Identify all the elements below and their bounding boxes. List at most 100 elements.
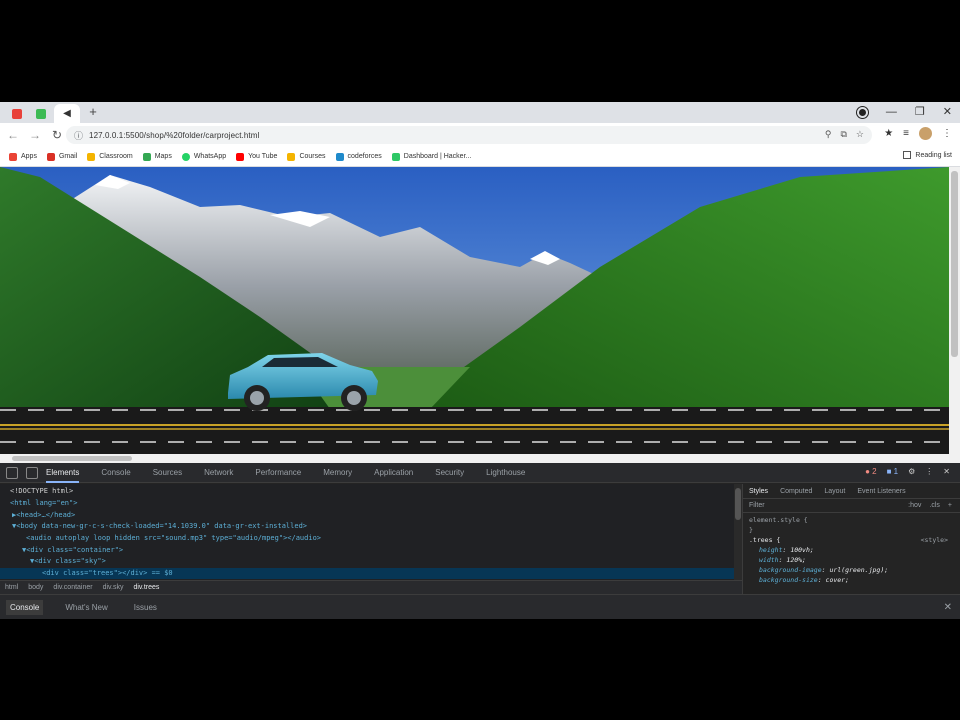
error-count-badge[interactable]: ● 2 bbox=[865, 467, 877, 476]
issue-count-badge[interactable]: ■ 1 bbox=[887, 467, 899, 476]
dom-node[interactable]: <html lang="en"> bbox=[0, 498, 734, 509]
browser-tab-2[interactable] bbox=[30, 104, 52, 123]
tab-application[interactable]: Application bbox=[374, 463, 413, 483]
tab-layout[interactable]: Layout bbox=[824, 488, 845, 495]
extension-puzzle-icon[interactable]: ★ bbox=[884, 128, 893, 139]
bookmark-star-icon[interactable]: ☆ bbox=[856, 129, 864, 140]
minimize-icon[interactable]: — bbox=[886, 105, 897, 119]
element-style-rule[interactable]: element.style { bbox=[749, 515, 954, 525]
bookmark-gmail[interactable]: Gmail bbox=[46, 152, 77, 161]
reading-list[interactable]: Reading list bbox=[903, 151, 952, 159]
css-property[interactable]: width: 120%; bbox=[749, 555, 954, 565]
browser-tab-active[interactable]: ◀ bbox=[54, 104, 80, 123]
dom-node[interactable]: ▶<head>…</head> bbox=[0, 510, 734, 521]
back-icon[interactable]: ← bbox=[4, 126, 22, 144]
url-text[interactable]: 127.0.0.1:5500/shop/%20folder/carproject… bbox=[89, 131, 259, 140]
bookmark-apps[interactable]: Apps bbox=[9, 152, 37, 161]
bookmark-courses[interactable]: Courses bbox=[287, 152, 326, 161]
back-arrow-icon: ◀ bbox=[63, 108, 71, 119]
new-rule-button[interactable]: + bbox=[948, 502, 952, 509]
car-scene bbox=[0, 167, 949, 463]
dom-node-selected[interactable]: <div class="trees"></div> == $0 bbox=[0, 568, 734, 579]
close-icon[interactable]: ✕ bbox=[943, 105, 952, 119]
bookmark-hackerrank[interactable]: Dashboard | Hacker... bbox=[391, 152, 471, 161]
bookmark-maps[interactable]: Maps bbox=[142, 152, 172, 161]
tab-memory[interactable]: Memory bbox=[323, 463, 352, 483]
breadcrumb-item[interactable]: body bbox=[28, 584, 43, 591]
devtools-panel: Elements Console Sources Network Perform… bbox=[0, 463, 960, 619]
css-property[interactable]: background-size: cover; bbox=[749, 575, 954, 585]
reload-icon[interactable]: ↻ bbox=[48, 126, 66, 144]
tab-event-listeners[interactable]: Event Listeners bbox=[857, 488, 905, 495]
bookmark-codeforces[interactable]: codeforces bbox=[335, 152, 382, 161]
browser-tab-1[interactable] bbox=[6, 104, 28, 123]
css-property[interactable]: background-image: url(green.jpg); bbox=[749, 565, 954, 575]
styles-filter[interactable]: Filter :hov .cls + bbox=[743, 499, 960, 513]
scroll-thumb[interactable] bbox=[735, 488, 741, 520]
breadcrumb-item[interactable]: div.sky bbox=[103, 584, 124, 591]
dom-node[interactable]: ▼<div class="sky"> bbox=[0, 556, 734, 567]
tab-performance[interactable]: Performance bbox=[255, 463, 301, 483]
devtools-close-icon[interactable]: ✕ bbox=[943, 467, 950, 476]
omnibox-actions: ⚲ ⧉ ☆ bbox=[825, 129, 864, 140]
inspect-element-icon[interactable] bbox=[6, 466, 18, 479]
tab-elements[interactable]: Elements bbox=[46, 463, 80, 483]
elements-scrollbar[interactable] bbox=[734, 484, 742, 580]
drawer-close-icon[interactable]: ✕ bbox=[944, 602, 952, 613]
site-info-icon[interactable]: ⓘ bbox=[74, 129, 83, 142]
reading-mode-icon[interactable]: ≡ bbox=[903, 128, 909, 139]
tab-security[interactable]: Security bbox=[435, 463, 464, 483]
dom-node[interactable]: ▼<div class="container"> bbox=[0, 545, 734, 556]
breadcrumb-item[interactable]: div.trees bbox=[133, 584, 159, 591]
car-hub-rear bbox=[250, 391, 264, 405]
rule-source[interactable]: <style> bbox=[921, 535, 948, 545]
css-property[interactable]: height: 100vh; bbox=[749, 545, 954, 555]
rule-selector[interactable]: .trees { bbox=[749, 536, 780, 544]
settings-gear-icon[interactable]: ⚙ bbox=[908, 467, 915, 476]
tab-styles[interactable]: Styles bbox=[749, 488, 768, 495]
browser-toolbar: ← → ↻ ⓘ 127.0.0.1:5500/shop/%20folder/ca… bbox=[0, 123, 960, 147]
device-toolbar-icon[interactable] bbox=[26, 466, 38, 479]
dom-node[interactable]: ▼<body data-new-gr-c-s-check-loaded="14.… bbox=[0, 521, 734, 532]
drawer-tab-issues[interactable]: Issues bbox=[130, 600, 161, 615]
avatar[interactable] bbox=[919, 127, 932, 140]
breadcrumb-item[interactable]: html bbox=[5, 584, 18, 591]
tab-network[interactable]: Network bbox=[204, 463, 233, 483]
tab-console[interactable]: Console bbox=[101, 463, 130, 483]
tab-lighthouse[interactable]: Lighthouse bbox=[486, 463, 525, 483]
drawer-tab-console[interactable]: Console bbox=[6, 599, 44, 615]
youtube-icon bbox=[236, 152, 245, 161]
scroll-thumb[interactable] bbox=[951, 171, 958, 357]
bookmark-whatsapp[interactable]: WhatsApp bbox=[181, 152, 226, 161]
bookmark-youtube[interactable]: You Tube bbox=[236, 152, 277, 161]
tab-sources[interactable]: Sources bbox=[153, 463, 182, 483]
trees-rule: .trees { <style> bbox=[749, 535, 954, 545]
profile-indicator-icon[interactable] bbox=[856, 106, 868, 118]
class-toggle[interactable]: .cls bbox=[929, 502, 940, 509]
styles-pane: Styles Computed Layout Event Listeners F… bbox=[742, 484, 960, 594]
breadcrumb-item[interactable]: div.container bbox=[53, 584, 92, 591]
menu-kebab-icon[interactable]: ⋮ bbox=[942, 128, 952, 139]
filter-input[interactable]: Filter bbox=[749, 502, 765, 509]
scroll-thumb[interactable] bbox=[12, 456, 132, 461]
video-frame: ◀ + — ❐ ✕ ← → ↻ ⓘ 127.0.0.1:5500/shop/%2… bbox=[0, 0, 960, 720]
toolbar-extensions: ★ ≡ ⋮ bbox=[884, 127, 952, 140]
zoom-icon[interactable]: ⚲ bbox=[825, 129, 832, 140]
share-icon[interactable]: ⧉ bbox=[840, 129, 846, 140]
address-bar[interactable]: ⓘ 127.0.0.1:5500/shop/%20folder/carproje… bbox=[66, 126, 872, 144]
dom-node[interactable]: <audio autoplay loop hidden src="sound.m… bbox=[0, 533, 734, 544]
drawer-tab-whats-new[interactable]: What's New bbox=[61, 600, 111, 615]
new-tab-plus-icon[interactable]: + bbox=[86, 105, 100, 119]
maps-icon bbox=[142, 152, 151, 161]
bookmark-classroom[interactable]: Classroom bbox=[87, 152, 133, 161]
hackerrank-icon bbox=[391, 152, 400, 161]
restore-icon[interactable]: ❐ bbox=[915, 105, 925, 119]
forward-icon[interactable]: → bbox=[26, 126, 44, 144]
devtools-menu-icon[interactable]: ⋮ bbox=[925, 467, 933, 476]
dom-node[interactable]: <!DOCTYPE html> bbox=[0, 486, 734, 497]
tab-computed[interactable]: Computed bbox=[780, 488, 812, 495]
page-vertical-scrollbar[interactable] bbox=[949, 167, 960, 463]
page-horizontal-scrollbar[interactable] bbox=[0, 454, 949, 463]
devtools-status: ● 2 ■ 1 ⚙ ⋮ ✕ bbox=[865, 467, 950, 476]
hover-state-toggle[interactable]: :hov bbox=[908, 502, 921, 509]
